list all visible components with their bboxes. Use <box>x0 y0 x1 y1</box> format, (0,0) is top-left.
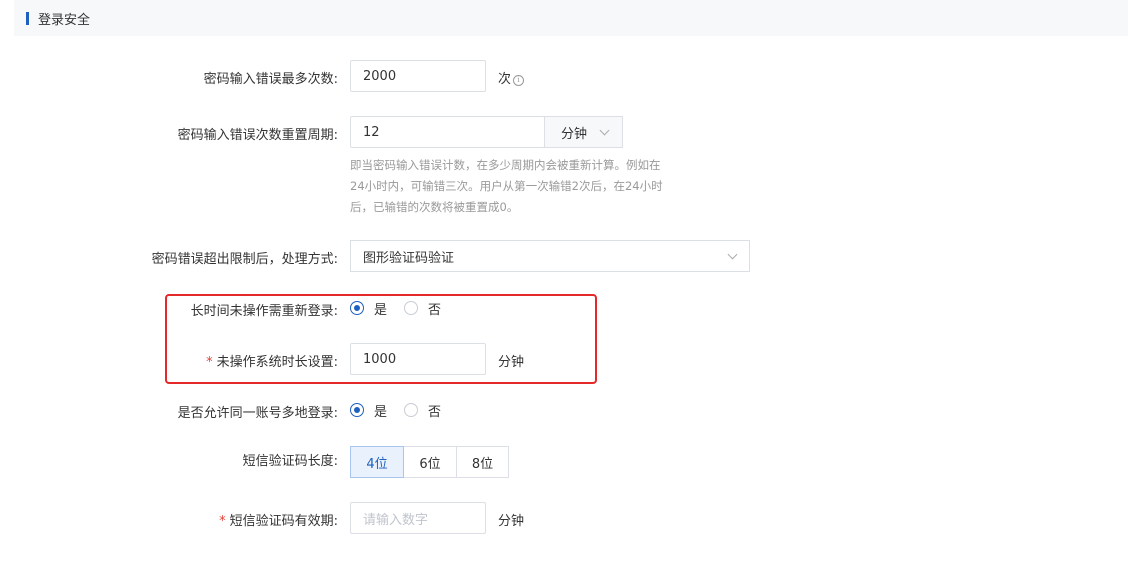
sms-validity-placeholder: 请输入数字 <box>363 512 429 528</box>
multi-login-radio-group: 是 否 <box>350 400 458 420</box>
exceed-handling-row: 密码错误超出限制后，处理方式: 图形验证码验证 <box>0 240 1128 272</box>
sms-length-row: 短信验证码长度: 4位 6位 8位 <box>0 446 1128 478</box>
radio-checked-icon <box>350 403 364 417</box>
sms-length-option-8[interactable]: 8位 <box>456 446 509 478</box>
multi-login-row: 是否允许同一账号多地登录: 是 否 <box>0 400 1128 421</box>
section-accent-bar <box>26 11 29 25</box>
multi-login-radio-yes[interactable]: 是 <box>350 401 387 420</box>
info-icon[interactable]: i <box>513 75 525 86</box>
exceed-handling-select[interactable]: 图形验证码验证 <box>350 240 750 272</box>
multi-login-radio-no[interactable]: 否 <box>404 401 441 420</box>
reset-period-hint-line: 后，已输错的次数将被重置成0。 <box>350 200 519 214</box>
max-attempts-label: 密码输入错误最多次数: <box>203 72 338 87</box>
idle-relogin-radio-yes[interactable]: 是 <box>350 299 387 318</box>
radio-checked-icon <box>350 301 364 315</box>
section-title: 登录安全 <box>38 12 91 28</box>
sms-length-option-6[interactable]: 6位 <box>403 446 457 478</box>
reset-period-unit-select[interactable]: 分钟 <box>544 116 623 148</box>
idle-duration-row: * 未操作系统时长设置: 1000 分钟 <box>0 343 1128 375</box>
reset-period-hint-line: 即当密码输入错误计数，在多少周期内会被重新计算。例如在 <box>350 158 661 172</box>
reset-period-input[interactable]: 12 <box>350 116 545 148</box>
radio-label: 是 <box>374 302 388 318</box>
radio-label: 否 <box>428 404 442 420</box>
reset-period-value: 12 <box>363 124 380 140</box>
reset-period-hint: 即当密码输入错误计数，在多少周期内会被重新计算。例如在 24小时内，可输错三次。… <box>350 155 680 218</box>
max-attempts-value: 2000 <box>363 68 397 84</box>
max-attempts-row: 密码输入错误最多次数: 2000 次i <box>0 60 1128 92</box>
max-attempts-unit-wrap: 次i <box>498 68 525 87</box>
max-attempts-input[interactable]: 2000 <box>350 60 486 92</box>
sms-validity-input[interactable]: 请输入数字 <box>350 502 486 534</box>
sms-length-option-4[interactable]: 4位 <box>350 446 404 478</box>
idle-relogin-radio-no[interactable]: 否 <box>404 299 441 318</box>
required-asterisk: * <box>219 514 226 529</box>
idle-duration-unit: 分钟 <box>498 355 525 370</box>
reset-period-unit-value: 分钟 <box>561 126 588 142</box>
sms-validity-label-wrap: * 短信验证码有效期: <box>219 510 338 529</box>
idle-duration-input[interactable]: 1000 <box>350 343 486 375</box>
reset-period-hint-line: 24小时内，可输错三次。用户从第一次输错2次后，在24小时 <box>350 179 663 193</box>
sms-validity-unit: 分钟 <box>498 514 525 529</box>
reset-period-label: 密码输入错误次数重置周期: <box>177 128 338 143</box>
radio-unchecked-icon <box>404 301 419 315</box>
chevron-down-icon <box>727 249 738 260</box>
chevron-down-icon <box>599 125 610 136</box>
multi-login-label: 是否允许同一账号多地登录: <box>177 406 338 421</box>
idle-relogin-radio-group: 是 否 <box>350 298 458 318</box>
exceed-handling-value: 图形验证码验证 <box>363 250 455 266</box>
exceed-handling-label: 密码错误超出限制后，处理方式: <box>151 252 338 267</box>
idle-duration-label-wrap: * 未操作系统时长设置: <box>206 351 338 370</box>
idle-duration-label: 未操作系统时长设置: <box>216 355 338 370</box>
required-asterisk: * <box>206 355 213 370</box>
idle-relogin-row: 长时间未操作需重新登录: 是 否 <box>0 298 1128 319</box>
section-header: 登录安全 <box>14 0 1128 36</box>
idle-relogin-label: 长时间未操作需重新登录: <box>190 304 338 319</box>
sms-validity-label: 短信验证码有效期: <box>229 514 338 529</box>
idle-duration-value: 1000 <box>363 351 397 367</box>
radio-label: 否 <box>428 302 442 318</box>
sms-validity-row: * 短信验证码有效期: 请输入数字 分钟 <box>0 502 1128 534</box>
sms-length-label: 短信验证码长度: <box>242 454 338 469</box>
sms-length-button-group: 4位 6位 8位 <box>350 446 509 478</box>
reset-period-row: 密码输入错误次数重置周期: 12 分钟 <box>0 116 1128 148</box>
radio-label: 是 <box>374 404 388 420</box>
max-attempts-unit: 次 <box>498 72 512 87</box>
radio-unchecked-icon <box>404 403 419 417</box>
